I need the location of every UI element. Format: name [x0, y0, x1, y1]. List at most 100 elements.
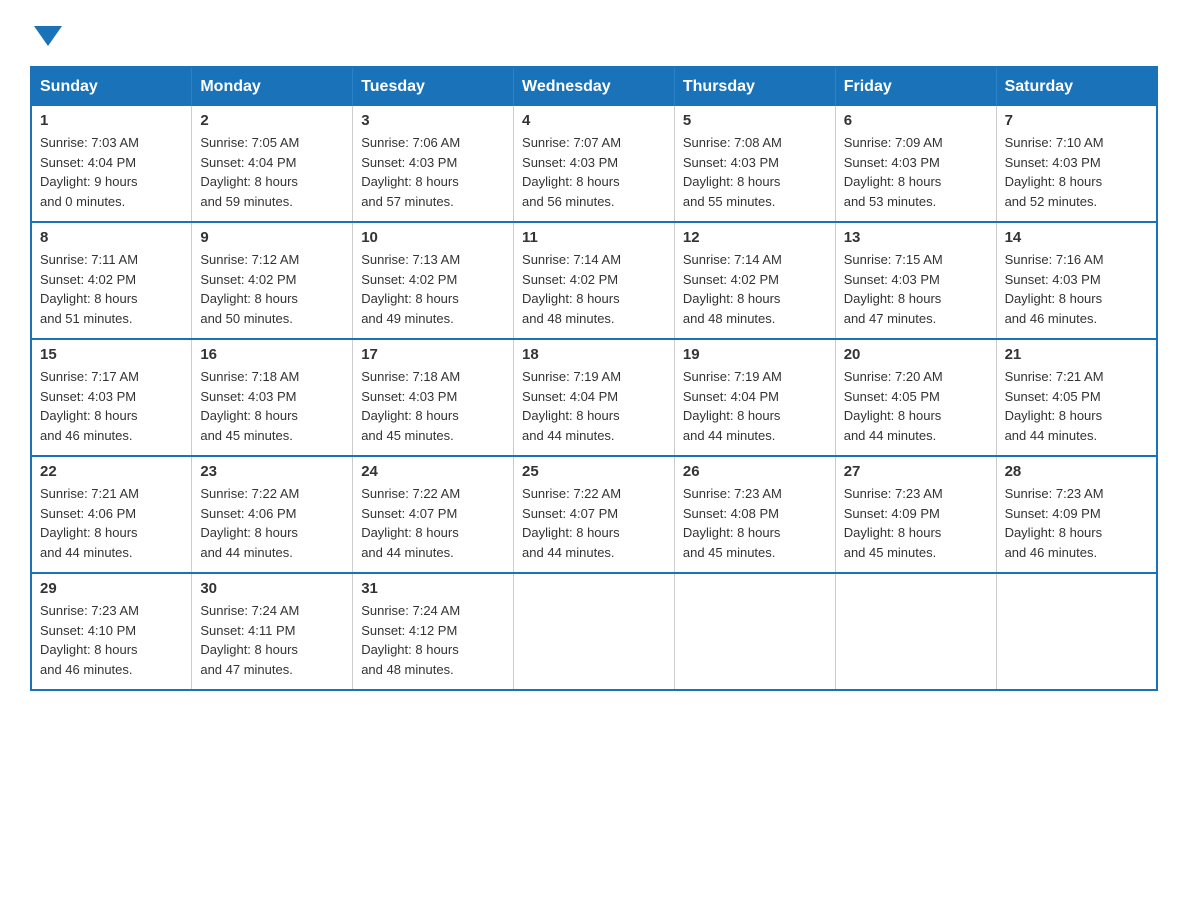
day-info: Sunrise: 7:20 AMSunset: 4:05 PMDaylight:… — [844, 367, 988, 445]
calendar-cell: 3 Sunrise: 7:06 AMSunset: 4:03 PMDayligh… — [353, 106, 514, 222]
day-info: Sunrise: 7:15 AMSunset: 4:03 PMDaylight:… — [844, 250, 988, 328]
day-number: 10 — [361, 229, 505, 246]
day-number: 29 — [40, 580, 183, 597]
day-number: 20 — [844, 346, 988, 363]
day-number: 21 — [1005, 346, 1148, 363]
day-info: Sunrise: 7:17 AMSunset: 4:03 PMDaylight:… — [40, 367, 183, 445]
calendar-cell: 17 Sunrise: 7:18 AMSunset: 4:03 PMDaylig… — [353, 339, 514, 456]
day-number: 6 — [844, 112, 988, 129]
calendar-cell: 1 Sunrise: 7:03 AMSunset: 4:04 PMDayligh… — [31, 106, 192, 222]
calendar-cell: 27 Sunrise: 7:23 AMSunset: 4:09 PMDaylig… — [835, 456, 996, 573]
calendar-cell: 30 Sunrise: 7:24 AMSunset: 4:11 PMDaylig… — [192, 573, 353, 690]
day-info: Sunrise: 7:23 AMSunset: 4:09 PMDaylight:… — [1005, 484, 1148, 562]
day-info: Sunrise: 7:23 AMSunset: 4:08 PMDaylight:… — [683, 484, 827, 562]
calendar-cell: 21 Sunrise: 7:21 AMSunset: 4:05 PMDaylig… — [996, 339, 1157, 456]
day-number: 22 — [40, 463, 183, 480]
calendar-cell: 16 Sunrise: 7:18 AMSunset: 4:03 PMDaylig… — [192, 339, 353, 456]
week-row-4: 22 Sunrise: 7:21 AMSunset: 4:06 PMDaylig… — [31, 456, 1157, 573]
day-number: 2 — [200, 112, 344, 129]
calendar-cell: 20 Sunrise: 7:20 AMSunset: 4:05 PMDaylig… — [835, 339, 996, 456]
day-number: 23 — [200, 463, 344, 480]
page-header — [30, 20, 1158, 46]
calendar-cell: 9 Sunrise: 7:12 AMSunset: 4:02 PMDayligh… — [192, 222, 353, 339]
calendar-cell: 2 Sunrise: 7:05 AMSunset: 4:04 PMDayligh… — [192, 106, 353, 222]
day-info: Sunrise: 7:21 AMSunset: 4:06 PMDaylight:… — [40, 484, 183, 562]
calendar-cell: 31 Sunrise: 7:24 AMSunset: 4:12 PMDaylig… — [353, 573, 514, 690]
calendar-cell: 24 Sunrise: 7:22 AMSunset: 4:07 PMDaylig… — [353, 456, 514, 573]
day-number: 3 — [361, 112, 505, 129]
day-number: 25 — [522, 463, 666, 480]
weekday-header-saturday: Saturday — [996, 67, 1157, 106]
day-info: Sunrise: 7:06 AMSunset: 4:03 PMDaylight:… — [361, 133, 505, 211]
weekday-header-tuesday: Tuesday — [353, 67, 514, 106]
day-info: Sunrise: 7:22 AMSunset: 4:07 PMDaylight:… — [522, 484, 666, 562]
day-number: 31 — [361, 580, 505, 597]
day-info: Sunrise: 7:23 AMSunset: 4:10 PMDaylight:… — [40, 601, 183, 679]
calendar-body: 1 Sunrise: 7:03 AMSunset: 4:04 PMDayligh… — [31, 106, 1157, 690]
calendar-table: SundayMondayTuesdayWednesdayThursdayFrid… — [30, 66, 1158, 691]
day-info: Sunrise: 7:21 AMSunset: 4:05 PMDaylight:… — [1005, 367, 1148, 445]
day-info: Sunrise: 7:08 AMSunset: 4:03 PMDaylight:… — [683, 133, 827, 211]
day-info: Sunrise: 7:12 AMSunset: 4:02 PMDaylight:… — [200, 250, 344, 328]
calendar-cell: 23 Sunrise: 7:22 AMSunset: 4:06 PMDaylig… — [192, 456, 353, 573]
day-info: Sunrise: 7:10 AMSunset: 4:03 PMDaylight:… — [1005, 133, 1148, 211]
day-info: Sunrise: 7:19 AMSunset: 4:04 PMDaylight:… — [683, 367, 827, 445]
day-number: 4 — [522, 112, 666, 129]
calendar-cell: 14 Sunrise: 7:16 AMSunset: 4:03 PMDaylig… — [996, 222, 1157, 339]
day-number: 17 — [361, 346, 505, 363]
calendar-cell: 22 Sunrise: 7:21 AMSunset: 4:06 PMDaylig… — [31, 456, 192, 573]
day-info: Sunrise: 7:18 AMSunset: 4:03 PMDaylight:… — [200, 367, 344, 445]
day-number: 12 — [683, 229, 827, 246]
calendar-cell: 6 Sunrise: 7:09 AMSunset: 4:03 PMDayligh… — [835, 106, 996, 222]
day-number: 28 — [1005, 463, 1148, 480]
day-number: 16 — [200, 346, 344, 363]
day-info: Sunrise: 7:14 AMSunset: 4:02 PMDaylight:… — [522, 250, 666, 328]
day-info: Sunrise: 7:13 AMSunset: 4:02 PMDaylight:… — [361, 250, 505, 328]
weekday-header-monday: Monday — [192, 67, 353, 106]
day-number: 27 — [844, 463, 988, 480]
weekday-row: SundayMondayTuesdayWednesdayThursdayFrid… — [31, 67, 1157, 106]
logo-top — [30, 20, 62, 46]
weekday-header-thursday: Thursday — [674, 67, 835, 106]
day-number: 18 — [522, 346, 666, 363]
week-row-1: 1 Sunrise: 7:03 AMSunset: 4:04 PMDayligh… — [31, 106, 1157, 222]
calendar-cell: 11 Sunrise: 7:14 AMSunset: 4:02 PMDaylig… — [514, 222, 675, 339]
day-info: Sunrise: 7:18 AMSunset: 4:03 PMDaylight:… — [361, 367, 505, 445]
calendar-cell: 13 Sunrise: 7:15 AMSunset: 4:03 PMDaylig… — [835, 222, 996, 339]
day-info: Sunrise: 7:03 AMSunset: 4:04 PMDaylight:… — [40, 133, 183, 211]
day-number: 24 — [361, 463, 505, 480]
calendar-cell — [835, 573, 996, 690]
calendar-cell: 19 Sunrise: 7:19 AMSunset: 4:04 PMDaylig… — [674, 339, 835, 456]
weekday-header-friday: Friday — [835, 67, 996, 106]
calendar-cell: 25 Sunrise: 7:22 AMSunset: 4:07 PMDaylig… — [514, 456, 675, 573]
calendar-cell: 8 Sunrise: 7:11 AMSunset: 4:02 PMDayligh… — [31, 222, 192, 339]
weekday-header-sunday: Sunday — [31, 67, 192, 106]
day-number: 9 — [200, 229, 344, 246]
logo — [30, 20, 62, 46]
calendar-cell: 26 Sunrise: 7:23 AMSunset: 4:08 PMDaylig… — [674, 456, 835, 573]
day-info: Sunrise: 7:24 AMSunset: 4:12 PMDaylight:… — [361, 601, 505, 679]
weekday-header-wednesday: Wednesday — [514, 67, 675, 106]
calendar-cell — [514, 573, 675, 690]
day-number: 14 — [1005, 229, 1148, 246]
calendar-cell — [996, 573, 1157, 690]
day-info: Sunrise: 7:09 AMSunset: 4:03 PMDaylight:… — [844, 133, 988, 211]
calendar-cell: 28 Sunrise: 7:23 AMSunset: 4:09 PMDaylig… — [996, 456, 1157, 573]
week-row-5: 29 Sunrise: 7:23 AMSunset: 4:10 PMDaylig… — [31, 573, 1157, 690]
day-number: 1 — [40, 112, 183, 129]
calendar-cell: 7 Sunrise: 7:10 AMSunset: 4:03 PMDayligh… — [996, 106, 1157, 222]
day-number: 26 — [683, 463, 827, 480]
logo-triangle-icon — [34, 26, 62, 46]
day-number: 5 — [683, 112, 827, 129]
week-row-2: 8 Sunrise: 7:11 AMSunset: 4:02 PMDayligh… — [31, 222, 1157, 339]
calendar-cell: 4 Sunrise: 7:07 AMSunset: 4:03 PMDayligh… — [514, 106, 675, 222]
calendar-cell: 10 Sunrise: 7:13 AMSunset: 4:02 PMDaylig… — [353, 222, 514, 339]
day-number: 11 — [522, 229, 666, 246]
calendar-header: SundayMondayTuesdayWednesdayThursdayFrid… — [31, 67, 1157, 106]
day-number: 7 — [1005, 112, 1148, 129]
day-info: Sunrise: 7:19 AMSunset: 4:04 PMDaylight:… — [522, 367, 666, 445]
day-number: 13 — [844, 229, 988, 246]
calendar-cell: 12 Sunrise: 7:14 AMSunset: 4:02 PMDaylig… — [674, 222, 835, 339]
day-info: Sunrise: 7:07 AMSunset: 4:03 PMDaylight:… — [522, 133, 666, 211]
day-info: Sunrise: 7:16 AMSunset: 4:03 PMDaylight:… — [1005, 250, 1148, 328]
